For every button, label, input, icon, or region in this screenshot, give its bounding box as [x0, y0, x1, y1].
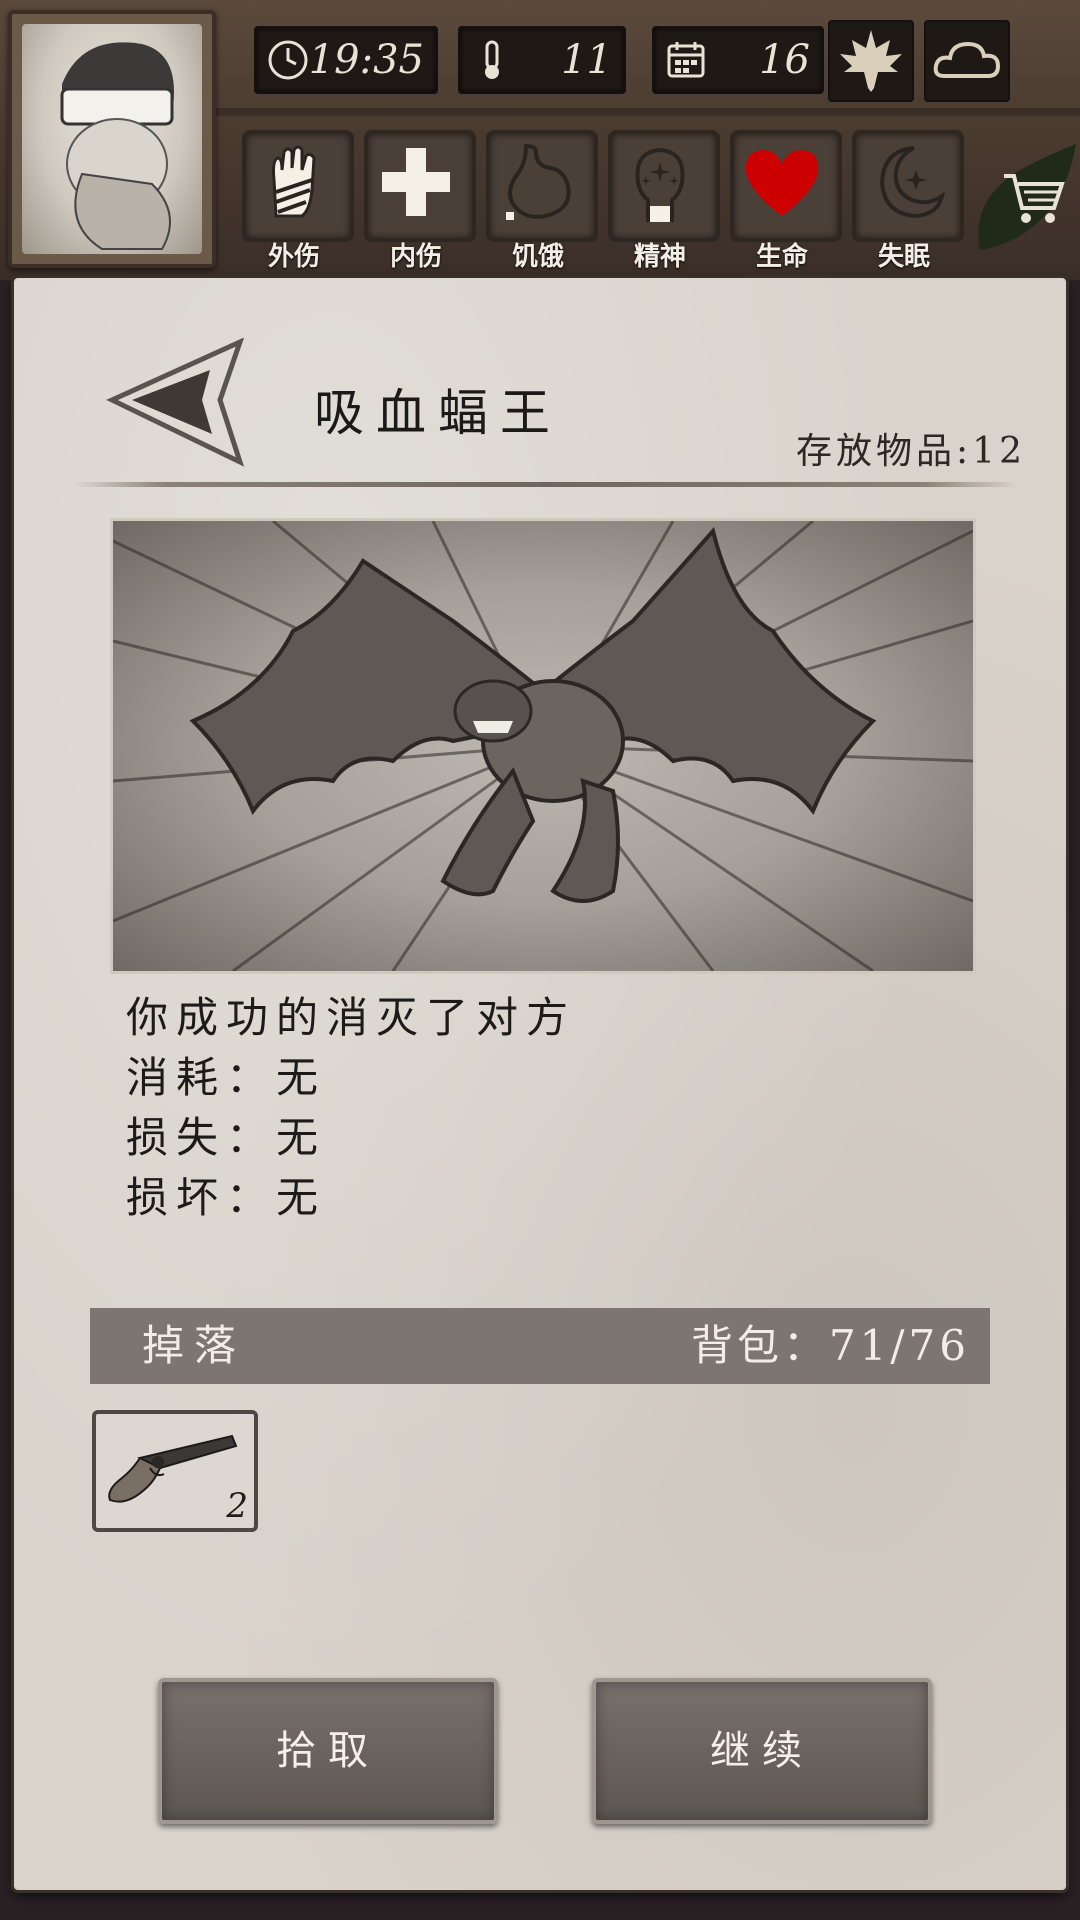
cloud-icon — [933, 41, 1001, 78]
bandaged-hand-icon — [272, 145, 316, 218]
heart-icon — [745, 150, 819, 216]
pickup-button[interactable]: 拾取 — [158, 1678, 498, 1824]
time-value: 19:35 — [308, 37, 424, 83]
drop-item-slot[interactable]: 2 — [92, 1410, 258, 1532]
hud-divider — [200, 108, 1080, 116]
stat-label-external: 外伤 — [267, 242, 320, 272]
stat-internal-injury[interactable] — [364, 130, 476, 242]
drops-label: 掉落 — [142, 1321, 247, 1370]
monster-illustration — [110, 518, 976, 974]
avatar-portrait — [22, 24, 202, 254]
temperature-value: 11 — [561, 37, 612, 83]
stat-label-hunger: 饥饿 — [511, 242, 564, 272]
day-display: 16 — [652, 26, 824, 94]
season-leaf-button[interactable] — [828, 20, 914, 102]
stomach-icon — [506, 143, 571, 220]
temperature-display: 11 — [458, 26, 626, 94]
stat-label-insomnia: 失眠 — [877, 242, 930, 272]
continue-button[interactable]: 继续 — [592, 1678, 932, 1824]
time-display: 19:35 — [254, 26, 438, 94]
stat-label-life: 生命 — [755, 242, 808, 272]
storage-count: 存放物品:12 — [796, 431, 1026, 472]
thermometer-icon — [485, 40, 499, 79]
cross-icon — [382, 148, 450, 216]
vampire-bat-image — [113, 521, 973, 971]
stat-life[interactable] — [730, 130, 842, 242]
moon-star-icon — [879, 146, 946, 219]
head-sparkle-icon — [635, 147, 685, 222]
stat-insomnia[interactable] — [852, 130, 964, 242]
result-line-lost: 损失：无 — [126, 1113, 327, 1162]
stat-hunger[interactable] — [486, 130, 598, 242]
avatar-sketch — [60, 42, 174, 250]
stat-label-spirit: 精神 — [633, 242, 686, 272]
player-avatar[interactable] — [8, 10, 216, 268]
backpack-capacity: 背包：71/76 — [690, 1321, 970, 1370]
enemy-title: 吸血蝠王 — [314, 384, 562, 442]
shop-cart-icon[interactable] — [1000, 168, 1066, 228]
day-value: 16 — [759, 37, 810, 83]
header-divider — [72, 482, 1018, 487]
calendar-icon — [667, 42, 705, 78]
flintlock-pistol-icon — [108, 1434, 238, 1503]
result-line-victory: 你成功的消灭了对方 — [126, 993, 577, 1042]
drops-header: 掉落 背包：71/76 — [90, 1308, 990, 1384]
weather-button[interactable] — [924, 20, 1010, 102]
stat-external-injury[interactable] — [242, 130, 354, 242]
result-text: 你成功的消灭了对方 消耗：无 损失：无 损坏：无 — [126, 988, 926, 1228]
maple-leaf-icon — [840, 30, 902, 92]
clock-icon — [268, 40, 308, 80]
result-line-damaged: 损坏：无 — [126, 1173, 327, 1222]
stat-label-internal: 内伤 — [389, 242, 442, 272]
stat-spirit[interactable] — [608, 130, 720, 242]
item-quantity: 2 — [226, 1486, 248, 1526]
back-arrow-button[interactable] — [102, 338, 252, 468]
battle-result-panel: 吸血蝠王 存放物品:12 你成功的消灭了对方 消耗：无 损失：无 损坏：无 掉落… — [14, 278, 1066, 1890]
result-line-consumed: 消耗：无 — [126, 1053, 327, 1102]
